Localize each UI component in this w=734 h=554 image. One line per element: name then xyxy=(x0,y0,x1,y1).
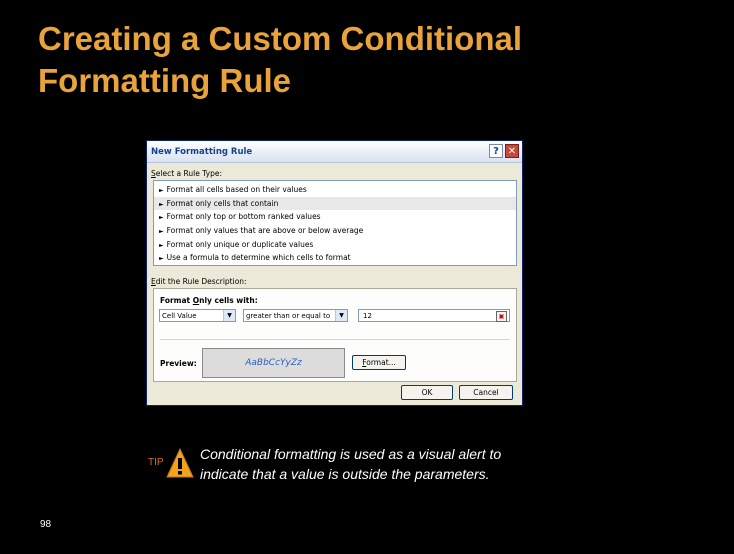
slide-title-line2: Formatting Rule xyxy=(38,62,291,99)
dialog-title: New Formatting Rule xyxy=(151,147,253,157)
tip-label: TIP xyxy=(148,457,164,468)
format-preview: AaBbCcYyZz xyxy=(202,348,345,378)
close-button[interactable]: ✕ xyxy=(505,144,519,158)
format-button[interactable]: Format... xyxy=(352,355,406,370)
rule-type-item-selected[interactable]: ► Format only cells that contain xyxy=(154,196,516,211)
rule-description-panel: Format Only cells with: Cell Value ▼ gre… xyxy=(153,288,517,382)
page-number: 98 xyxy=(40,519,52,530)
new-formatting-rule-dialog: New Formatting Rule ? ✕ Select a Rule Ty… xyxy=(146,140,523,406)
rule-type-label: Select a Rule Type: xyxy=(151,169,222,178)
ok-button[interactable]: OK xyxy=(401,385,453,400)
triangle-right-icon: ► xyxy=(159,241,164,249)
triangle-right-icon: ► xyxy=(159,255,164,263)
triangle-right-icon: ► xyxy=(159,228,164,236)
rule-type-list[interactable]: ► Format all cells based on their values … xyxy=(153,180,517,266)
dialog-titlebar[interactable]: New Formatting Rule ? ✕ xyxy=(147,141,522,163)
rule-type-item[interactable]: ► Use a formula to determine which cells … xyxy=(154,251,516,265)
divider xyxy=(160,339,510,340)
value-text: 12 xyxy=(363,312,372,320)
cancel-button[interactable]: Cancel xyxy=(459,385,513,400)
rule-type-item[interactable]: ► Format all cells based on their values xyxy=(154,183,516,197)
chevron-down-icon[interactable]: ▼ xyxy=(335,310,347,321)
operator-value: greater than or equal to xyxy=(246,312,331,320)
rule-type-item[interactable]: ► Format only top or bottom ranked values xyxy=(154,210,516,224)
value-input[interactable]: 12 ▣ xyxy=(358,309,510,322)
rule-type-item[interactable]: ► Format only values that are above or be… xyxy=(154,224,516,238)
triangle-right-icon: ► xyxy=(159,187,164,194)
chevron-down-icon[interactable]: ▼ xyxy=(223,310,235,321)
operator-select[interactable]: greater than or equal to ▼ xyxy=(243,309,348,322)
tip-line2: indicate that a value is outside the par… xyxy=(200,466,490,482)
rule-description-label: Edit the Rule Description: xyxy=(151,277,247,286)
condition-type-value: Cell Value xyxy=(162,312,197,320)
rule-type-item[interactable]: ► Format only unique or duplicate values xyxy=(154,238,516,252)
triangle-right-icon: ► xyxy=(159,214,164,222)
help-button[interactable]: ? xyxy=(489,144,503,158)
condition-type-select[interactable]: Cell Value ▼ xyxy=(159,309,236,322)
warning-triangle-icon xyxy=(166,447,194,483)
preview-label: Preview: xyxy=(160,359,197,368)
format-cells-with-label: Format Only cells with: xyxy=(160,296,258,305)
collapse-dialog-icon[interactable]: ▣ xyxy=(496,311,507,322)
slide-title-line1: Creating a Custom Conditional xyxy=(38,20,523,57)
tip-text: Conditional formatting is used as a visu… xyxy=(200,444,560,484)
triangle-right-icon: ► xyxy=(159,200,164,208)
slide-title: Creating a Custom Conditional Formatting… xyxy=(38,18,638,102)
tip-line1: Conditional formatting is used as a visu… xyxy=(200,446,502,462)
